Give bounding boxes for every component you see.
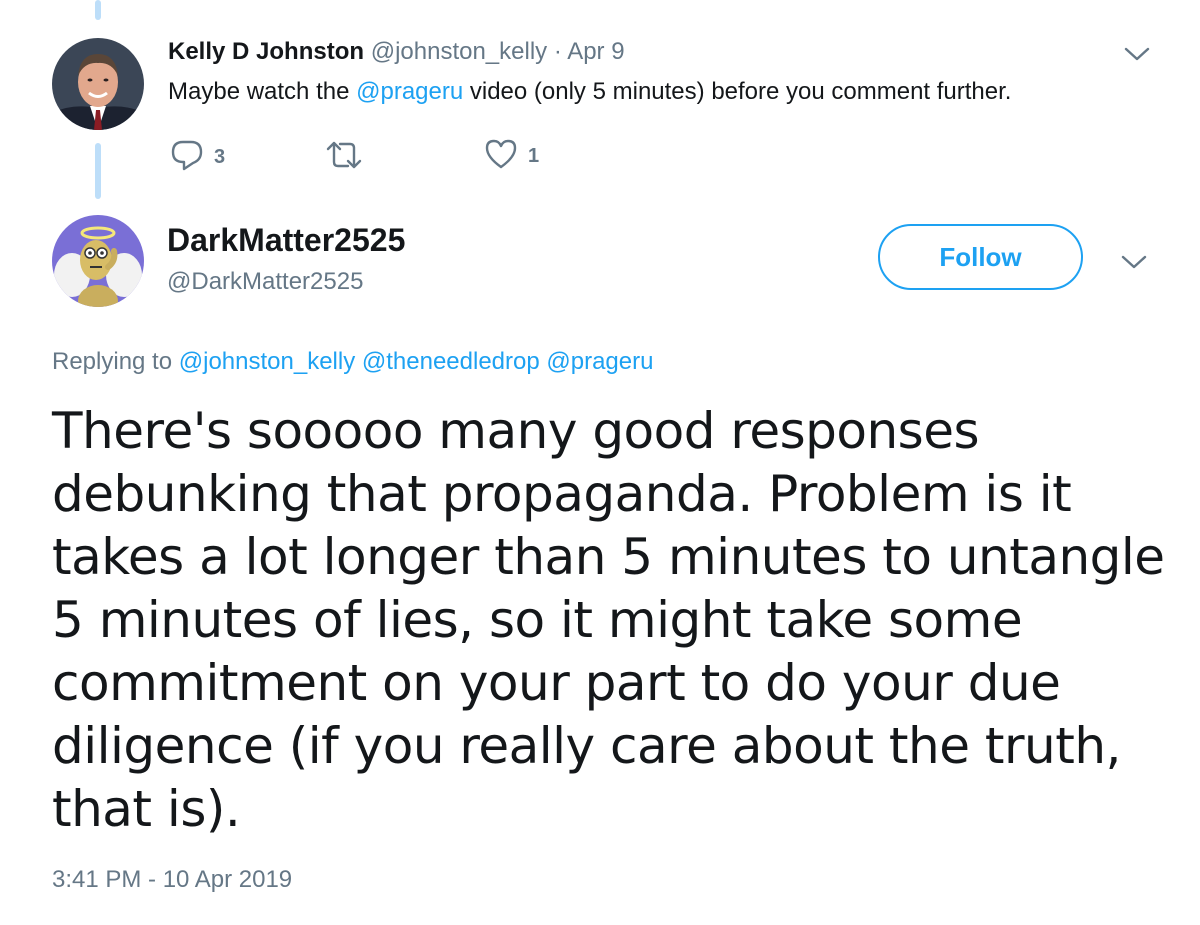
tweet-timestamp[interactable]: 3:41 PM - 10 Apr 2019 <box>52 866 292 894</box>
avatar-kelly-johnston[interactable] <box>52 38 144 130</box>
tweet-thread: Kelly D Johnston @johnston_kelly · Apr 9… <box>0 0 1200 925</box>
thread-line-top <box>95 0 101 20</box>
reply-icon[interactable] <box>170 138 204 177</box>
like-count: 1 <box>528 145 540 167</box>
author-display-name[interactable]: DarkMatter2525 <box>167 222 405 259</box>
chevron-down-icon[interactable] <box>1124 46 1150 62</box>
author-handle[interactable]: @DarkMatter2525 <box>167 268 363 296</box>
thread-line-connector <box>95 143 101 199</box>
retweet-action[interactable] <box>325 138 373 177</box>
heart-icon[interactable] <box>484 138 518 175</box>
chevron-down-icon[interactable] <box>1121 254 1147 270</box>
reply-count: 3 <box>214 146 226 168</box>
retweet-icon[interactable] <box>325 138 363 177</box>
replying-to-mentions[interactable]: @johnston_kelly @theneedledrop @prageru <box>179 348 654 375</box>
replying-to-prefix: Replying to <box>52 348 179 375</box>
avatar-darkmatter2525[interactable] <box>52 215 144 307</box>
parent-tweet-date[interactable]: Apr 9 <box>567 38 624 65</box>
parent-text-after: video (only 5 minutes) before you commen… <box>463 78 1012 105</box>
like-action[interactable]: 1 <box>484 138 539 175</box>
parent-tweet-text: Maybe watch the @prageru video (only 5 m… <box>168 78 1011 106</box>
tweet-text: There's sooooo many good responses debun… <box>52 402 1165 838</box>
separator-dot: · <box>553 38 562 65</box>
parent-tweet-header: Kelly D Johnston @johnston_kelly · Apr 9 <box>168 38 625 66</box>
replying-to: Replying to @johnston_kelly @theneedledr… <box>52 348 653 376</box>
mention-link[interactable]: @prageru <box>356 78 463 105</box>
parent-text-before: Maybe watch the <box>168 78 357 105</box>
parent-author-handle[interactable]: @johnston_kelly <box>371 38 547 65</box>
parent-author-name[interactable]: Kelly D Johnston <box>168 38 364 65</box>
reply-action[interactable]: 3 <box>170 138 225 177</box>
follow-button[interactable]: Follow <box>878 224 1083 290</box>
